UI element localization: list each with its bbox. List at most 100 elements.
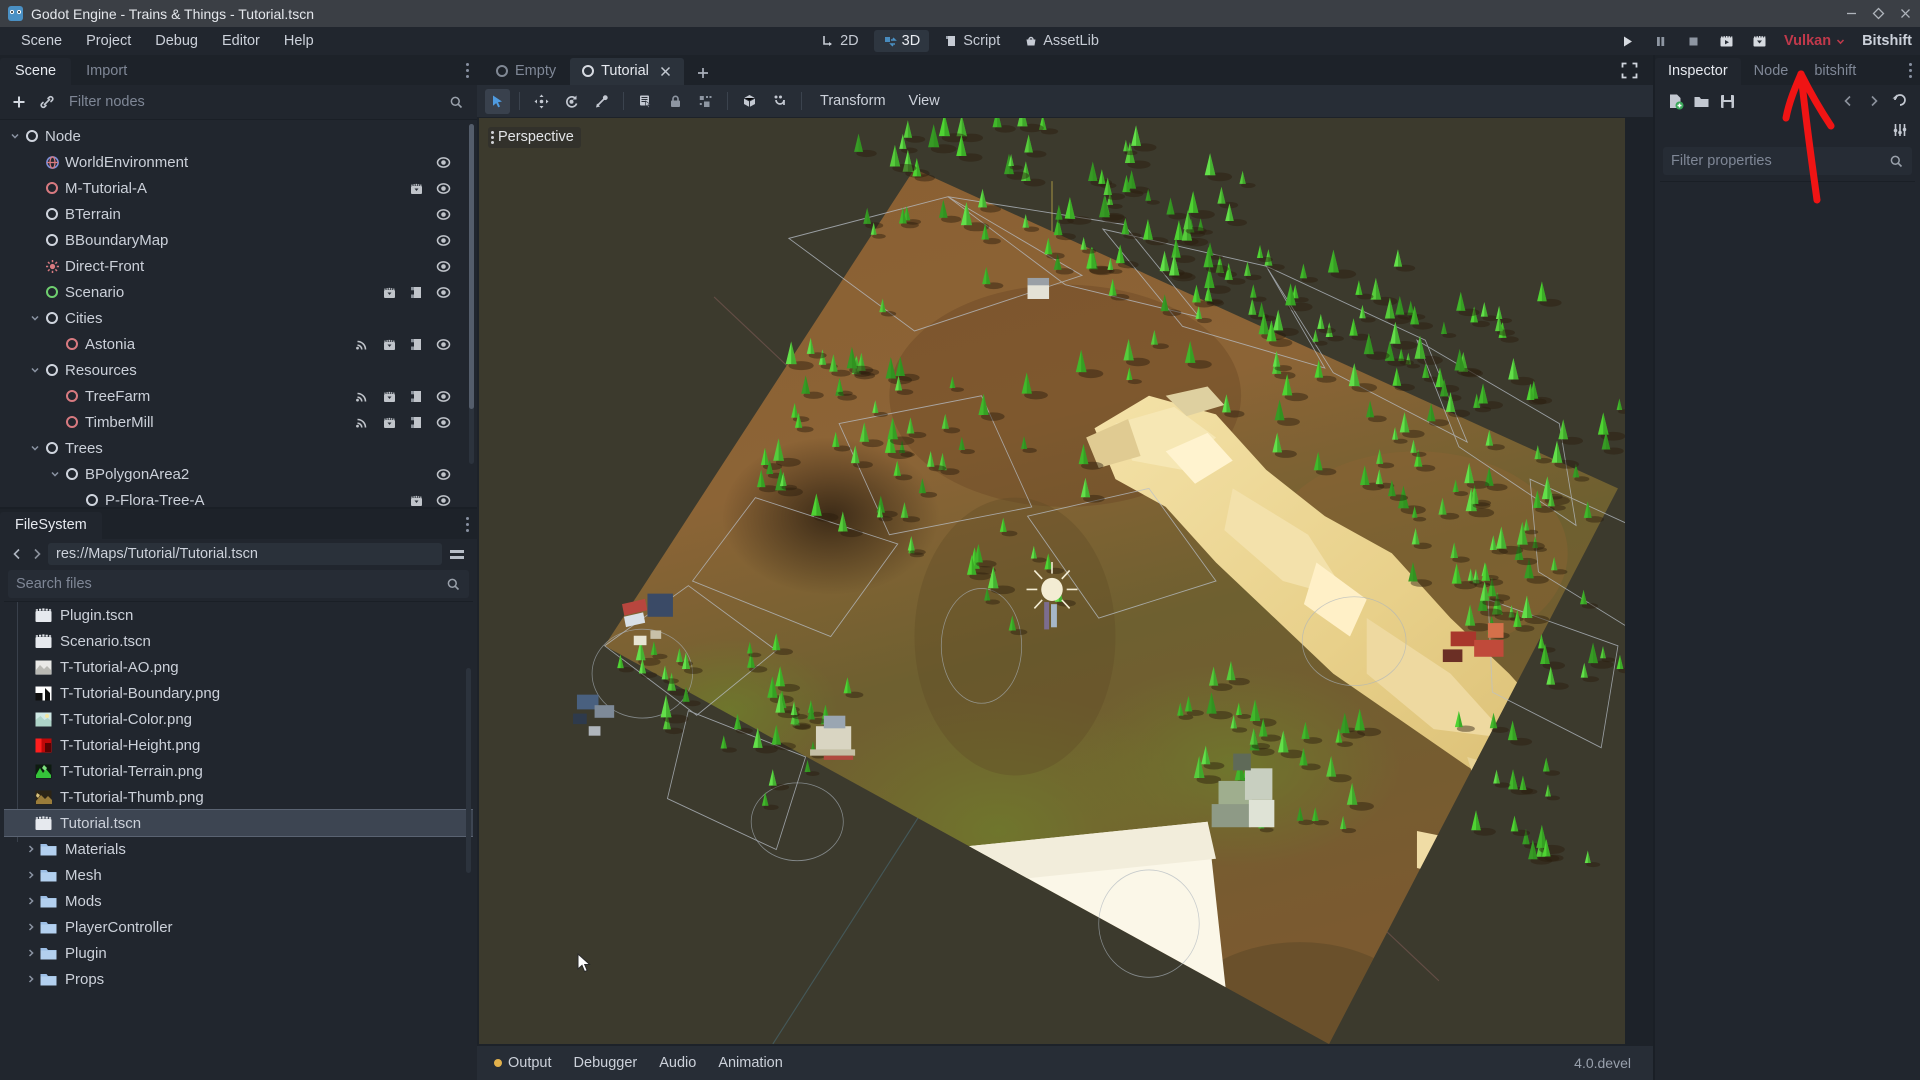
- current-path-field[interactable]: res://Maps/Tutorial/Tutorial.tscn: [48, 543, 442, 565]
- scene-tree-scrollbar[interactable]: [469, 124, 474, 464]
- open-scene-icon[interactable]: [382, 389, 397, 404]
- add-node-button[interactable]: [7, 90, 31, 114]
- visibility-icon[interactable]: [436, 415, 451, 430]
- tab-filesystem[interactable]: FileSystem: [0, 512, 102, 539]
- scene-tree-row[interactable]: BTerrain: [0, 201, 477, 227]
- signal-icon[interactable]: [355, 415, 370, 430]
- filesystem-file-row[interactable]: T-Tutorial-Boundary.png: [4, 680, 473, 706]
- lock-icon[interactable]: [663, 89, 688, 114]
- tab-scene[interactable]: Scene: [0, 58, 72, 85]
- visibility-icon[interactable]: [436, 493, 451, 508]
- menu-project[interactable]: Project: [75, 29, 142, 53]
- expand-icon[interactable]: [1620, 61, 1639, 80]
- list-select-icon[interactable]: [633, 89, 658, 114]
- rotate-tool-icon[interactable]: [559, 89, 584, 114]
- history-icon[interactable]: [1888, 90, 1911, 113]
- filesystem-folder-row[interactable]: Mesh: [4, 862, 473, 888]
- folder-open-icon[interactable]: [1690, 90, 1713, 113]
- filesystem-folder-row[interactable]: PlayerController: [4, 914, 473, 940]
- chevron-right-icon[interactable]: [24, 870, 37, 880]
- chevron-down-icon[interactable]: [48, 461, 62, 487]
- chevron-right-icon[interactable]: [1862, 90, 1885, 113]
- filesystem-file-row[interactable]: Tutorial.tscn: [4, 809, 473, 837]
- play-icon[interactable]: [1619, 33, 1636, 50]
- visibility-icon[interactable]: [436, 233, 451, 248]
- tab-script[interactable]: Script: [935, 30, 1009, 52]
- scene-tree-row[interactable]: Node: [0, 123, 477, 149]
- open-scene-icon[interactable]: [409, 181, 424, 196]
- open-scene-icon[interactable]: [382, 285, 397, 300]
- chevron-right-icon[interactable]: [24, 896, 37, 906]
- inspector-dock-menu-icon[interactable]: [1908, 63, 1912, 78]
- scene-dock-menu-icon[interactable]: [465, 63, 469, 78]
- tab-3d[interactable]: 3D: [873, 30, 930, 52]
- perspective-label[interactable]: Perspective: [488, 127, 581, 148]
- tab-bitshift[interactable]: bitshift: [1801, 58, 1869, 85]
- scene-tab-empty[interactable]: Empty: [484, 58, 568, 85]
- tab-node[interactable]: Node: [1741, 58, 1802, 85]
- select-tool-icon[interactable]: [485, 88, 510, 114]
- stop-icon[interactable]: [1685, 33, 1702, 50]
- visibility-icon[interactable]: [436, 155, 451, 170]
- visibility-icon[interactable]: [436, 285, 451, 300]
- signal-icon[interactable]: [355, 389, 370, 404]
- scene-tree-row[interactable]: P-Flora-Tree-A: [0, 487, 477, 507]
- chevron-right-icon[interactable]: [24, 844, 37, 854]
- visibility-icon[interactable]: [436, 181, 451, 196]
- chevron-right-icon[interactable]: [24, 922, 37, 932]
- play-scene-icon[interactable]: [1718, 33, 1735, 50]
- scene-tree[interactable]: Node WorldEnvironment M-Tutorial-A BTerrain…: [0, 119, 477, 507]
- chevron-down-icon[interactable]: [28, 357, 42, 383]
- search-files-input[interactable]: Search files: [8, 570, 469, 598]
- object-tools-icon[interactable]: [1888, 119, 1911, 142]
- tab-import[interactable]: Import: [71, 58, 142, 85]
- project-name-label[interactable]: Bitshift: [1862, 33, 1912, 49]
- close-icon[interactable]: [1899, 7, 1912, 20]
- chevron-right-icon[interactable]: [24, 948, 37, 958]
- transform-menu[interactable]: Transform: [811, 90, 895, 112]
- tab-assetlib[interactable]: AssetLib: [1015, 30, 1108, 52]
- filesystem-file-row[interactable]: Scenario.tscn: [4, 628, 473, 654]
- skeleton-icon[interactable]: [767, 89, 792, 114]
- add-scene-tab-button[interactable]: [686, 61, 720, 85]
- visibility-icon[interactable]: [436, 467, 451, 482]
- pause-icon[interactable]: [1652, 33, 1669, 50]
- scene-tree-row[interactable]: Resources: [0, 357, 477, 383]
- bottom-tab-audio[interactable]: Audio: [648, 1051, 707, 1075]
- visibility-icon[interactable]: [436, 207, 451, 222]
- bottom-tab-animation[interactable]: Animation: [707, 1051, 793, 1075]
- menu-editor[interactable]: Editor: [211, 29, 271, 53]
- script-icon[interactable]: [409, 415, 424, 430]
- script-icon[interactable]: [409, 389, 424, 404]
- chevron-down-icon[interactable]: [28, 305, 42, 331]
- filesystem-dock-menu-icon[interactable]: [465, 517, 469, 532]
- filesystem-file-row[interactable]: Plugin.tscn: [4, 602, 473, 628]
- scene-tree-row[interactable]: Cities: [0, 305, 477, 331]
- 3d-viewport[interactable]: Perspective: [479, 118, 1625, 1044]
- menu-debug[interactable]: Debug: [144, 29, 209, 53]
- scene-tree-row[interactable]: Direct-Front: [0, 253, 477, 279]
- filesystem-folder-row[interactable]: Plugin: [4, 940, 473, 966]
- visibility-icon[interactable]: [436, 337, 451, 352]
- chevron-down-icon[interactable]: [28, 435, 42, 461]
- visibility-icon[interactable]: [436, 389, 451, 404]
- minimize-icon[interactable]: [1845, 7, 1858, 20]
- split-mode-icon[interactable]: [445, 542, 469, 566]
- chevron-left-icon[interactable]: [8, 542, 25, 566]
- open-scene-icon[interactable]: [409, 493, 424, 508]
- new-resource-icon[interactable]: [1664, 90, 1687, 113]
- snap-icon[interactable]: [737, 89, 762, 114]
- play-custom-scene-icon[interactable]: [1751, 33, 1768, 50]
- open-scene-icon[interactable]: [382, 415, 397, 430]
- group-icon[interactable]: [693, 89, 718, 114]
- chevron-down-icon[interactable]: [8, 123, 22, 149]
- scale-tool-icon[interactable]: [589, 89, 614, 114]
- filesystem-file-row[interactable]: T-Tutorial-Thumb.png: [4, 784, 473, 810]
- filter-properties-input[interactable]: Filter properties: [1663, 147, 1912, 175]
- filesystem-file-row[interactable]: T-Tutorial-AO.png: [4, 654, 473, 680]
- scene-tree-row[interactable]: M-Tutorial-A: [0, 175, 477, 201]
- bottom-tab-output[interactable]: Output: [483, 1051, 563, 1075]
- scene-tree-row[interactable]: Astonia: [0, 331, 477, 357]
- scene-tree-row[interactable]: WorldEnvironment: [0, 149, 477, 175]
- scene-tree-row[interactable]: BBoundaryMap: [0, 227, 477, 253]
